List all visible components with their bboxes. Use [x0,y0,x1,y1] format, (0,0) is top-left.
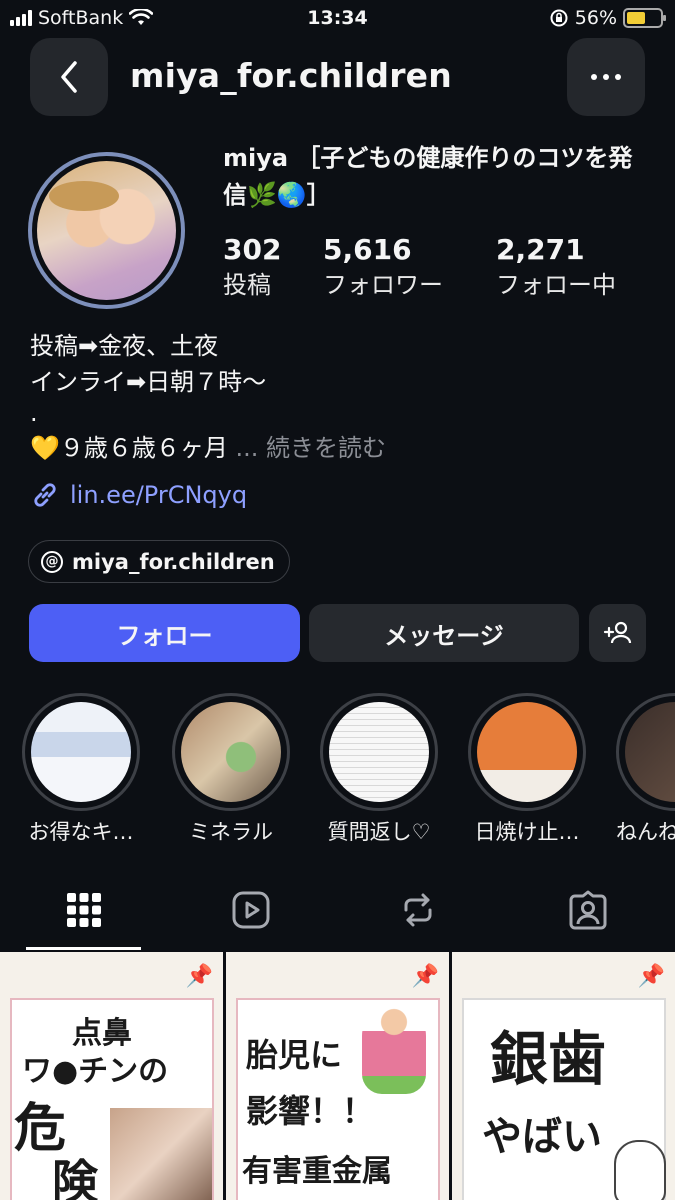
highlight-thumbnail [625,702,675,802]
active-tab-indicator [26,947,141,950]
reels-icon [232,891,270,929]
post-card: 胎児に 影響！！ 有害重金属 [236,998,440,1200]
stat-posts-value: 302 [223,233,282,266]
highlight-label: お得なキ… [28,820,134,844]
highlight-label: 質問返し♡ [327,820,431,844]
status-bar: SoftBank 13:34 56% [0,0,675,38]
post-text: 影響！！ [246,1092,375,1130]
threads-badge[interactable]: @ miya_for.children [28,540,290,583]
profile-username: miya_for.children [130,56,452,95]
pin-icon: 📌 [637,964,665,989]
stat-posts-label: 投稿 [223,271,271,299]
bio: 投稿➡︎金夜、土夜 インライ➡︎日朝７時〜 . 💛９歳６歳６ヶ月 ... 続きを… [30,328,650,466]
chevron-left-icon [61,61,77,93]
rotation-lock-icon [550,9,568,27]
stat-following[interactable]: 2,271 フォロー中 [496,232,616,302]
threads-icon: @ [41,550,63,573]
highlight-item[interactable]: お得なキ… [22,693,140,846]
stat-followers-label: フォロワー [323,271,443,299]
post-text: 胎児に [246,1036,343,1074]
tab-tagged[interactable] [563,888,613,932]
post-thumbnail[interactable]: 📌 点鼻 ワ●チンの 危 険 [0,952,223,1200]
threads-handle: miya_for.children [72,549,275,574]
highlight-label: ねんね [616,820,675,844]
tab-grid[interactable] [59,888,109,932]
highlight-item[interactable]: ねんね [616,693,675,846]
highlight-item[interactable]: ミネラル [172,693,290,846]
highlight-thumbnail [181,702,281,802]
message-button[interactable]: メッセージ [309,604,579,662]
stat-followers[interactable]: 5,616 フォロワー [323,232,443,302]
bio-line: 投稿➡︎金夜、土夜 [30,332,219,360]
repost-icon [404,893,432,927]
highlight-thumbnail [31,702,131,802]
suggested-users-button[interactable] [589,604,646,662]
more-options-button[interactable] [567,38,645,116]
stat-following-label: フォロー中 [496,271,616,299]
grid-icon [67,893,101,927]
bio-line: インライ➡︎日朝７時〜 [30,368,267,396]
post-grid: 📌 点鼻 ワ●チンの 危 険 📌 胎児に 影響！！ 有害重金属 📌 銀歯 やばい [0,952,675,1200]
post-text: 銀歯 [490,1025,607,1093]
tab-reposts[interactable] [393,888,443,932]
avatar-image [37,161,176,300]
bio-line: . [30,399,38,427]
pin-icon: 📌 [185,964,213,989]
read-more-link[interactable]: ... 続きを読む [236,434,387,462]
highlight-thumbnail [477,702,577,802]
bio-truncated-row: 💛９歳６歳６ヶ月 ... 続きを読む [30,430,650,466]
stat-following-value: 2,271 [496,233,585,266]
highlight-item[interactable]: 質問返し♡ [320,693,438,846]
tab-reels[interactable] [226,888,276,932]
post-text: 有害重金属 [242,1154,392,1189]
pin-icon: 📌 [411,964,439,989]
post-text: 険 [52,1155,98,1200]
stat-followers-value: 5,616 [323,233,412,266]
avatar[interactable] [28,152,185,309]
profile-link[interactable]: lin.ee/PrCNqyq [30,480,247,510]
add-person-icon [603,621,631,644]
highlight-label: ミネラル [189,820,273,844]
post-illustration [362,1004,426,1094]
stat-posts[interactable]: 302 投稿 [223,232,281,302]
tooth-illustration [614,1140,666,1200]
tagged-icon [569,890,607,930]
back-button[interactable] [30,38,108,116]
highlight-thumbnail [329,702,429,802]
highlight-item[interactable]: 日焼け止… [468,693,586,846]
battery-icon [623,8,666,28]
display-name: miya ［子どもの健康作りのコツを発信🌿🌏］ [223,144,633,209]
post-card: 点鼻 ワ●チンの 危 険 [10,998,214,1200]
profile-link-text: lin.ee/PrCNqyq [70,481,248,509]
post-card: 銀歯 やばい [462,998,666,1200]
post-thumbnail[interactable]: 📌 胎児に 影響！！ 有害重金属 [226,952,449,1200]
post-photo [110,1108,212,1200]
bio-truncated: 💛９歳６歳６ヶ月 [30,434,228,462]
profile-tabs [0,870,675,950]
link-icon [34,483,56,507]
more-icon [591,74,621,80]
highlight-label: 日焼け止… [474,820,580,844]
post-thumbnail[interactable]: 📌 銀歯 やばい [452,952,675,1200]
post-text: やばい [482,1113,602,1160]
follow-button[interactable]: フォロー [29,604,300,662]
post-text: ワ●チンの [22,1054,169,1089]
battery-percent: 56% [574,7,617,29]
